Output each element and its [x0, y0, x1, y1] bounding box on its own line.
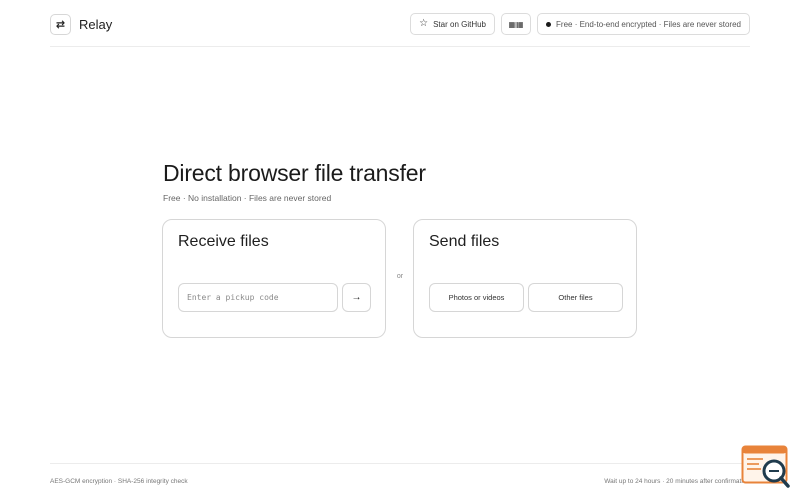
qr-code-button[interactable]: ▦▦: [501, 13, 532, 35]
send-photos-button[interactable]: Photos or videos: [429, 283, 524, 312]
page: ⇄ Relay ☆ Star on GitHub ▦▦ Free · End-t…: [0, 0, 800, 500]
arrow-right-icon: →: [351, 292, 362, 303]
send-other-files-button[interactable]: Other files: [528, 283, 623, 312]
page-title: Direct browser file transfer: [163, 160, 426, 186]
status-dot-icon: [546, 21, 552, 27]
swap-arrows-icon: ⇄: [50, 13, 71, 35]
header-actions: ☆ Star on GitHub ▦▦ Free · End-to-end en…: [410, 13, 750, 35]
receive-title: Receive files: [178, 233, 269, 250]
footer-divider: [50, 463, 750, 464]
send-title: Send files: [429, 233, 500, 250]
header: ⇄ Relay ☆ Star on GitHub ▦▦ Free · End-t…: [50, 12, 750, 36]
brand[interactable]: ⇄ Relay: [50, 13, 113, 35]
status-badge: Free · End-to-end encrypted · Files are …: [537, 13, 750, 35]
star-icon: ☆: [419, 18, 429, 29]
or-separator: or: [396, 273, 404, 280]
qr-code-icon: ▦▦: [508, 19, 524, 29]
send-photos-label: Photos or videos: [448, 293, 505, 302]
footer-retention-note: Wait up to 24 hours · 20 minutes after c…: [604, 478, 750, 485]
pickup-code-input[interactable]: [178, 283, 338, 312]
send-card: Send files Photos or videos Other files: [413, 219, 637, 338]
github-star-button[interactable]: ☆ Star on GitHub: [410, 13, 496, 35]
send-other-label: Other files: [558, 293, 593, 302]
header-divider: [50, 46, 750, 47]
app-name: Relay: [79, 16, 113, 32]
submit-code-button[interactable]: →: [342, 283, 371, 312]
corner-widget[interactable]: [741, 445, 791, 491]
github-star-label: Star on GitHub: [433, 19, 487, 29]
receive-card: Receive files →: [162, 219, 386, 338]
page-subtitle: Free · No installation · Files are never…: [163, 193, 332, 203]
footer-security-note: AES-GCM encryption · SHA-256 integrity c…: [50, 478, 188, 485]
status-text: Free · End-to-end encrypted · Files are …: [556, 19, 741, 29]
magnifier-window-icon: [741, 445, 790, 488]
